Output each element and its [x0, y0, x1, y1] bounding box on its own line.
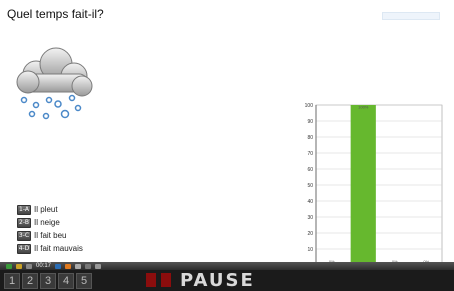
y-tick-label: 100: [305, 103, 314, 109]
y-tick-label: 30: [307, 215, 313, 221]
folder-icon[interactable]: [16, 263, 22, 269]
pause-label[interactable]: PAUSE: [180, 270, 255, 291]
question-number-button[interactable]: 4: [58, 273, 74, 289]
y-tick-label: 40: [307, 199, 313, 205]
top-right-strip: [382, 12, 440, 20]
results-chart-svg: 01020304050607080901000%1-A100%2-B0%3-C0…: [305, 103, 443, 275]
results-chart: 01020304050607080901000%1-A100%2-B0%3-C0…: [296, 97, 446, 280]
data-label: 100%: [358, 105, 369, 110]
y-tick-label: 60: [307, 167, 313, 173]
play-icon[interactable]: [6, 263, 12, 269]
answer-key: 3-C: [17, 230, 31, 241]
y-tick-label: 90: [307, 119, 313, 125]
answer-key: 1-A: [17, 204, 31, 215]
y-tick-label: 10: [307, 247, 313, 253]
settings-icon[interactable]: [26, 263, 32, 269]
print-icon[interactable]: [85, 263, 92, 269]
answer-key: 2-B: [17, 217, 31, 228]
question-number-button[interactable]: 2: [22, 273, 38, 289]
question-number-button[interactable]: 5: [76, 273, 92, 289]
answer-label: Il fait beu: [34, 231, 67, 240]
bar: [350, 105, 376, 265]
chart-icon[interactable]: [55, 263, 62, 269]
y-tick-label: 50: [307, 183, 313, 189]
image-icon[interactable]: [95, 263, 102, 269]
y-tick-label: 70: [307, 151, 313, 157]
status-bar: 1 2 3 4 5 PAUSE: [0, 270, 454, 291]
answer-label: Il neige: [34, 218, 60, 227]
answer-label: Il fait mauvais: [34, 244, 83, 253]
pause-icon[interactable]: [161, 273, 171, 287]
answer-option[interactable]: 4-D Il fait mauvais: [17, 242, 83, 255]
stop-icon[interactable]: [65, 263, 72, 269]
y-tick-label: 80: [307, 135, 313, 141]
answer-option[interactable]: 2-B Il neige: [17, 216, 83, 229]
question-number-button[interactable]: 3: [40, 273, 56, 289]
answer-list: 1-A Il pleut 2-B Il neige 3-C Il fait be…: [17, 203, 83, 255]
answer-label: Il pleut: [34, 205, 58, 214]
answer-key: 4-D: [17, 243, 31, 254]
answer-option[interactable]: 1-A Il pleut: [17, 203, 83, 216]
pause-icon[interactable]: [146, 273, 156, 287]
y-tick-label: 20: [307, 231, 313, 237]
question-number-button[interactable]: 1: [4, 273, 20, 289]
timer-readout: 00:17: [36, 263, 52, 269]
answer-option[interactable]: 3-C Il fait beu: [17, 229, 83, 242]
question-title: Quel temps fait-il?: [7, 7, 104, 21]
question-numbers: 1 2 3 4 5: [4, 273, 92, 289]
document-icon[interactable]: [75, 263, 82, 269]
cloud-snow-icon: [16, 47, 93, 120]
toolbar: 00:17: [0, 262, 454, 270]
